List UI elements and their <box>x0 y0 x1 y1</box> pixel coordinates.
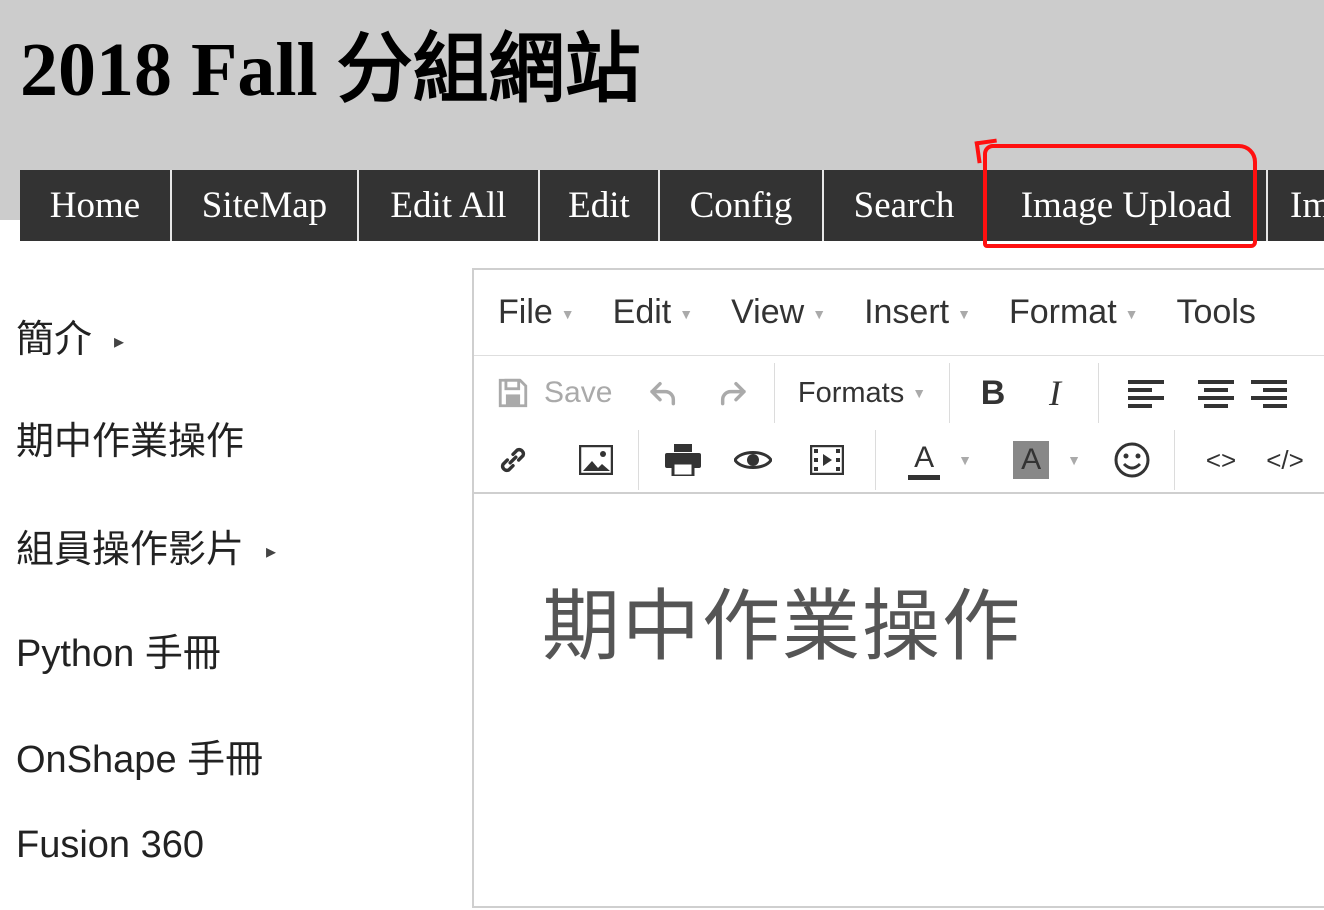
preview-button[interactable] <box>715 435 791 485</box>
eye-icon <box>734 447 772 473</box>
menu-view[interactable]: View ▼ <box>731 293 826 332</box>
toolbar-separator <box>949 363 950 423</box>
redo-icon <box>716 377 748 409</box>
toolbar-separator <box>875 430 876 490</box>
menu-tools[interactable]: Tools <box>1177 293 1256 332</box>
nav-config[interactable]: Config <box>660 170 824 241</box>
menu-label: Edit <box>612 293 672 331</box>
menu-edit[interactable]: Edit ▼ <box>613 293 693 332</box>
align-center-icon <box>1198 378 1234 408</box>
menu-label: Insert <box>864 293 950 331</box>
editor-menubar: File ▼ Edit ▼ View ▼ Insert ▼ Format ▼ Tools <box>474 270 1324 356</box>
site-title: 2018 Fall 分組網站 <box>20 28 641 112</box>
dropdown-arrow-icon: ▼ <box>1067 452 1081 468</box>
sidebar-item-member-videos[interactable]: 組員操作影片 ▸ <box>16 518 276 573</box>
save-label: Save <box>544 376 613 409</box>
undo-button[interactable] <box>626 368 702 418</box>
align-right-button[interactable] <box>1251 368 1311 418</box>
top-nav: Home SiteMap Edit All Edit Config Search… <box>20 170 1324 241</box>
menu-insert[interactable]: Insert ▼ <box>864 293 971 332</box>
insert-media-button[interactable] <box>791 435 863 485</box>
toolbar-separator <box>1174 430 1175 490</box>
nav-im-truncated[interactable]: Im <box>1268 170 1324 241</box>
menu-label: Format <box>1008 293 1117 331</box>
code-sample-button[interactable]: </> <box>1255 435 1315 485</box>
nav-sitemap[interactable]: SiteMap <box>172 170 359 241</box>
editor-toolbar-row-2: A ▼ A ▼ <> </> <box>474 428 1324 494</box>
toolbar-separator <box>638 430 639 490</box>
sidebar-item-python-manual[interactable]: Python 手冊 <box>16 622 221 677</box>
image-icon <box>579 445 613 475</box>
italic-button[interactable]: I <box>1024 368 1086 418</box>
sidebar-item-label: OnShape 手冊 <box>16 739 264 781</box>
dropdown-arrow-icon: ▼ <box>679 306 694 323</box>
nav-home[interactable]: Home <box>20 170 172 241</box>
toolbar-separator <box>1098 363 1099 423</box>
link-icon <box>496 443 530 477</box>
menu-label: View <box>731 293 805 331</box>
print-button[interactable] <box>651 435 715 485</box>
bold-button[interactable]: B <box>962 368 1024 418</box>
sidebar-item-onshape-manual[interactable]: OnShape 手冊 <box>16 728 263 783</box>
formats-label: Formats <box>797 376 905 409</box>
redo-button[interactable] <box>702 368 762 418</box>
menu-label: File <box>498 293 553 331</box>
caret-right-icon: ▸ <box>266 541 277 564</box>
sidebar-item-label: Python 手冊 <box>16 633 221 675</box>
undo-icon <box>648 377 680 409</box>
nav-edit-all[interactable]: Edit All <box>359 170 540 241</box>
insert-link-button[interactable] <box>496 435 566 485</box>
content-heading: 期中作業操作 <box>542 582 1023 672</box>
dropdown-arrow-icon: ▼ <box>812 306 827 323</box>
sidebar-item-intro[interactable]: 簡介 ▸ <box>16 308 124 363</box>
nav-image-upload[interactable]: Image Upload <box>986 170 1268 241</box>
align-right-icon <box>1251 378 1287 408</box>
text-color-label: A <box>908 441 941 480</box>
align-center-button[interactable] <box>1181 368 1251 418</box>
save-button[interactable]: Save <box>496 368 626 418</box>
dropdown-arrow-icon: ▼ <box>957 306 971 323</box>
editor-content-area[interactable]: 期中作業操作 <box>474 496 1324 910</box>
menu-label: Tools <box>1176 293 1256 331</box>
print-icon <box>665 444 701 476</box>
text-color-button[interactable]: A ▼ <box>888 435 992 485</box>
source-code-button[interactable]: <> <box>1187 435 1255 485</box>
sidebar-item-midterm[interactable]: 期中作業操作 <box>16 410 244 465</box>
dropdown-arrow-icon: ▼ <box>912 385 927 401</box>
sidebar-item-label: Fusion 360 <box>16 824 205 866</box>
background-color-button[interactable]: A ▼ <box>992 435 1102 485</box>
sidebar-item-label: 組員操作影片 <box>16 529 245 571</box>
sidebar-item-fusion360[interactable]: Fusion 360 <box>16 824 204 867</box>
insert-image-button[interactable] <box>566 435 626 485</box>
menu-format[interactable]: Format ▼ <box>1009 293 1139 332</box>
dropdown-arrow-icon: ▼ <box>1124 306 1139 323</box>
nav-search[interactable]: Search <box>824 170 986 241</box>
sidebar-item-label: 簡介 <box>16 319 93 361</box>
align-left-button[interactable] <box>1111 368 1181 418</box>
rich-text-editor: File ▼ Edit ▼ View ▼ Insert ▼ Format ▼ Tools … <box>472 268 1324 908</box>
dropdown-arrow-icon: ▼ <box>958 452 972 468</box>
sidebar-item-label: 期中作業操作 <box>16 421 245 463</box>
align-left-icon <box>1128 378 1164 408</box>
formats-dropdown[interactable]: Formats ▼ <box>787 368 937 418</box>
film-icon <box>810 445 844 475</box>
dropdown-arrow-icon: ▼ <box>560 306 575 323</box>
caret-right-icon: ▸ <box>114 331 125 354</box>
save-icon <box>496 376 530 410</box>
emoticons-button[interactable] <box>1102 435 1162 485</box>
toolbar-separator <box>774 363 775 423</box>
editor-toolbar-row-1: Save Formats ▼ B I <box>474 358 1324 428</box>
menu-file[interactable]: File ▼ <box>498 293 575 332</box>
background-color-label: A <box>1013 441 1050 479</box>
smiley-icon <box>1114 442 1150 478</box>
nav-edit[interactable]: Edit <box>540 170 660 241</box>
